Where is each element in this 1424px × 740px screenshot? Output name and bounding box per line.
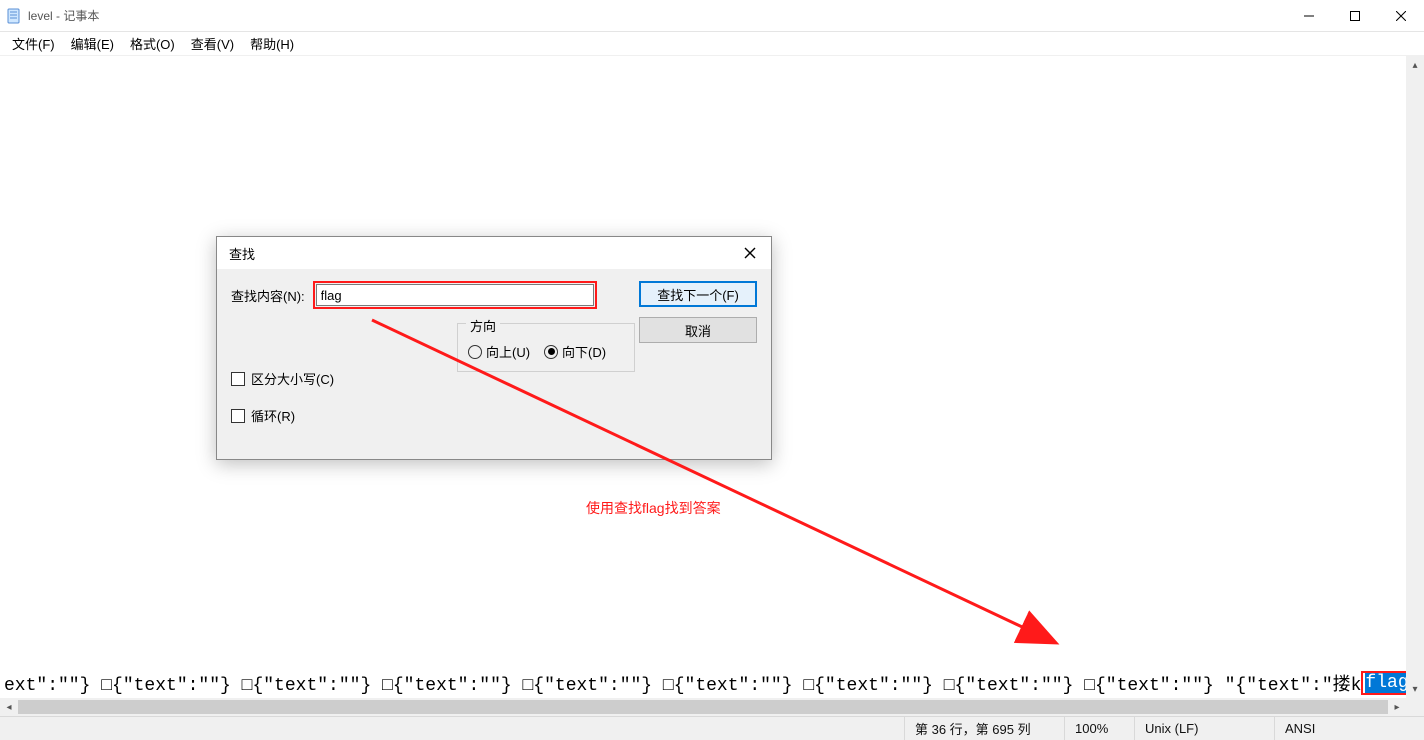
radio-icon	[468, 345, 482, 359]
wrap-around-label: 循环(R)	[251, 406, 295, 425]
selected-text: flag	[1365, 673, 1406, 693]
text-before-match: ext":""} □{"text":""} □{"text":""} □{"te…	[4, 670, 1361, 696]
find-dialog-title-bar[interactable]: 查找	[217, 237, 771, 269]
window-title: level - 记事本	[28, 7, 99, 24]
direction-up-radio[interactable]: 向上(U)	[468, 342, 530, 361]
direction-down-label: 向下(D)	[562, 342, 606, 361]
find-options: 区分大小写(C) 循环(R)	[231, 369, 334, 425]
menu-help[interactable]: 帮助(H)	[242, 32, 302, 55]
window-controls	[1286, 0, 1424, 32]
find-label: 查找内容(N):	[231, 286, 305, 305]
close-button[interactable]	[1378, 0, 1424, 32]
find-dialog-body: 查找内容(N): 查找下一个(F) 取消 方向 向上(U) 向下(D) 区分大小	[217, 269, 771, 459]
checkbox-icon	[231, 372, 245, 386]
vertical-scrollbar[interactable]: ▴ ▾	[1406, 56, 1424, 698]
status-encoding: ANSI	[1274, 717, 1424, 740]
title-bar: level - 记事本	[0, 0, 1424, 32]
cancel-button[interactable]: 取消	[639, 317, 757, 343]
h-scroll-track[interactable]	[18, 698, 1388, 716]
wrap-around-checkbox[interactable]: 循环(R)	[231, 406, 334, 425]
match-case-checkbox[interactable]: 区分大小写(C)	[231, 369, 334, 388]
direction-up-label: 向上(U)	[486, 342, 530, 361]
direction-legend: 方向	[466, 316, 500, 335]
scroll-corner	[1406, 698, 1424, 716]
find-dialog: 查找 查找内容(N): 查找下一个(F) 取消 方向 向上(U) 向下(D)	[216, 236, 772, 460]
checkbox-icon	[231, 409, 245, 423]
scroll-right-icon[interactable]: ▸	[1388, 698, 1406, 716]
scroll-left-icon[interactable]: ◂	[0, 698, 18, 716]
find-input-highlight	[313, 281, 597, 309]
status-bar: 第 36 行，第 695 列 100% Unix (LF) ANSI	[0, 716, 1424, 740]
find-dialog-title: 查找	[229, 244, 255, 263]
scroll-up-icon[interactable]: ▴	[1406, 56, 1424, 74]
find-next-button[interactable]: 查找下一个(F)	[639, 281, 757, 307]
find-input[interactable]	[316, 284, 594, 306]
status-zoom: 100%	[1064, 717, 1134, 740]
menu-view[interactable]: 查看(V)	[183, 32, 242, 55]
annotation-text: 使用查找flag找到答案	[586, 498, 721, 518]
find-dialog-close-button[interactable]	[729, 237, 771, 269]
flag-highlight-box: flag{Do_u_kN0w_nbt?}	[1361, 671, 1406, 695]
radio-icon	[544, 345, 558, 359]
menu-file[interactable]: 文件(F)	[4, 32, 63, 55]
direction-group: 方向 向上(U) 向下(D)	[457, 323, 635, 372]
minimize-button[interactable]	[1286, 0, 1332, 32]
status-position: 第 36 行，第 695 列	[904, 717, 1064, 740]
direction-down-radio[interactable]: 向下(D)	[544, 342, 606, 361]
status-spacer	[0, 717, 904, 740]
horizontal-scrollbar[interactable]: ◂ ▸	[0, 698, 1406, 716]
maximize-button[interactable]	[1332, 0, 1378, 32]
h-scroll-thumb[interactable]	[18, 700, 1388, 714]
notepad-icon	[6, 8, 22, 24]
text-line[interactable]: ext":""} □{"text":""} □{"text":""} □{"te…	[4, 670, 1406, 696]
menu-bar: 文件(F) 编辑(E) 格式(O) 查看(V) 帮助(H)	[0, 32, 1424, 56]
scroll-down-icon[interactable]: ▾	[1406, 680, 1424, 698]
menu-edit[interactable]: 编辑(E)	[63, 32, 122, 55]
match-case-label: 区分大小写(C)	[251, 369, 334, 388]
status-eol: Unix (LF)	[1134, 717, 1274, 740]
find-dialog-buttons: 查找下一个(F) 取消	[639, 281, 757, 343]
menu-format[interactable]: 格式(O)	[122, 32, 183, 55]
